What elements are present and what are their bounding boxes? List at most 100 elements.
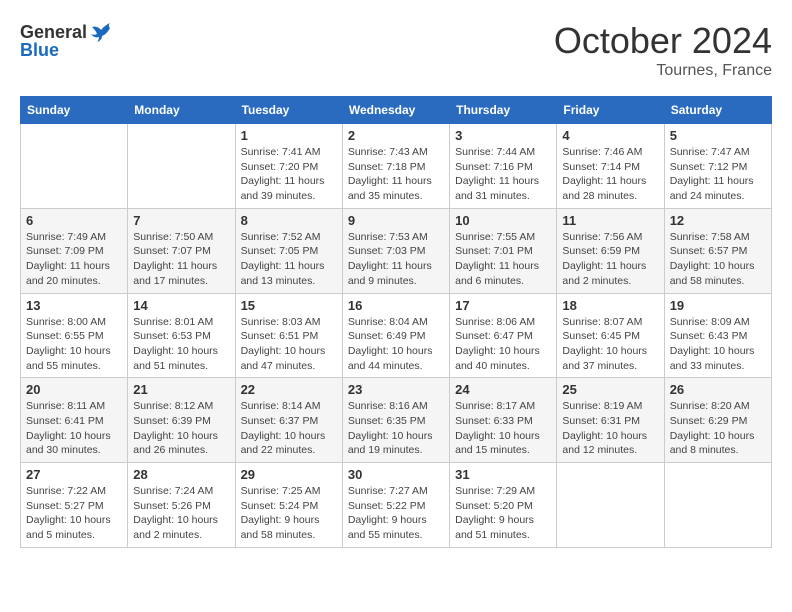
day-info: Sunrise: 8:19 AM Sunset: 6:31 PM Dayligh… bbox=[562, 399, 658, 458]
calendar-day-cell bbox=[21, 124, 128, 209]
calendar-day-cell: 1 Sunrise: 7:41 AM Sunset: 7:20 PM Daylig… bbox=[235, 124, 342, 209]
day-info: Sunrise: 8:14 AM Sunset: 6:37 PM Dayligh… bbox=[241, 399, 337, 458]
day-info: Sunrise: 8:04 AM Sunset: 6:49 PM Dayligh… bbox=[348, 315, 444, 374]
calendar-day-cell: 19 Sunrise: 8:09 AM Sunset: 6:43 PM Dayli… bbox=[664, 293, 771, 378]
day-info: Sunrise: 7:22 AM Sunset: 5:27 PM Dayligh… bbox=[26, 484, 122, 543]
day-number: 29 bbox=[241, 467, 337, 482]
day-of-week-header: Sunday bbox=[21, 97, 128, 124]
calendar-week-row: 13Sunrise: 8:00 AM Sunset: 6:55 PM Dayli… bbox=[21, 293, 772, 378]
day-info: Sunrise: 8:11 AM Sunset: 6:41 PM Dayligh… bbox=[26, 399, 122, 458]
month-title: October 2024 bbox=[554, 20, 772, 62]
day-info: Sunrise: 7:29 AM Sunset: 5:20 PM Dayligh… bbox=[455, 484, 551, 543]
day-number: 6 bbox=[26, 213, 122, 228]
day-info: Sunrise: 8:06 AM Sunset: 6:47 PM Dayligh… bbox=[455, 315, 551, 374]
calendar-day-cell: 6 Sunrise: 7:49 AM Sunset: 7:09 PM Daylig… bbox=[21, 208, 128, 293]
day-number: 3 bbox=[455, 128, 551, 143]
page-header: General Blue October 2024 Tournes, Franc… bbox=[20, 20, 772, 80]
day-number: 26 bbox=[670, 382, 766, 397]
calendar-day-cell: 24 Sunrise: 8:17 AM Sunset: 6:33 PM Dayli… bbox=[450, 378, 557, 463]
day-info: Sunrise: 7:55 AM Sunset: 7:01 PM Dayligh… bbox=[455, 230, 551, 289]
day-number: 4 bbox=[562, 128, 658, 143]
calendar-day-cell: 29 Sunrise: 7:25 AM Sunset: 5:24 PM Dayli… bbox=[235, 463, 342, 548]
calendar-day-cell: 30Sunrise: 7:27 AM Sunset: 5:22 PM Dayli… bbox=[342, 463, 449, 548]
day-info: Sunrise: 7:41 AM Sunset: 7:20 PM Dayligh… bbox=[241, 145, 337, 204]
logo: General Blue bbox=[20, 20, 113, 61]
day-info: Sunrise: 7:46 AM Sunset: 7:14 PM Dayligh… bbox=[562, 145, 658, 204]
day-number: 22 bbox=[241, 382, 337, 397]
calendar-day-cell bbox=[128, 124, 235, 209]
calendar-day-cell: 25 Sunrise: 8:19 AM Sunset: 6:31 PM Dayli… bbox=[557, 378, 664, 463]
day-info: Sunrise: 8:07 AM Sunset: 6:45 PM Dayligh… bbox=[562, 315, 658, 374]
day-info: Sunrise: 7:25 AM Sunset: 5:24 PM Dayligh… bbox=[241, 484, 337, 543]
calendar-week-row: 1 Sunrise: 7:41 AM Sunset: 7:20 PM Daylig… bbox=[21, 124, 772, 209]
day-info: Sunrise: 7:24 AM Sunset: 5:26 PM Dayligh… bbox=[133, 484, 229, 543]
day-of-week-header: Saturday bbox=[664, 97, 771, 124]
day-number: 15 bbox=[241, 298, 337, 313]
calendar-day-cell: 28 Sunrise: 7:24 AM Sunset: 5:26 PM Dayli… bbox=[128, 463, 235, 548]
day-info: Sunrise: 8:16 AM Sunset: 6:35 PM Dayligh… bbox=[348, 399, 444, 458]
day-number: 7 bbox=[133, 213, 229, 228]
calendar-day-cell: 22 Sunrise: 8:14 AM Sunset: 6:37 PM Dayli… bbox=[235, 378, 342, 463]
calendar-day-cell: 7 Sunrise: 7:50 AM Sunset: 7:07 PM Daylig… bbox=[128, 208, 235, 293]
day-number: 11 bbox=[562, 213, 658, 228]
calendar-day-cell: 27 Sunrise: 7:22 AM Sunset: 5:27 PM Dayli… bbox=[21, 463, 128, 548]
day-info: Sunrise: 7:49 AM Sunset: 7:09 PM Dayligh… bbox=[26, 230, 122, 289]
day-info: Sunrise: 8:20 AM Sunset: 6:29 PM Dayligh… bbox=[670, 399, 766, 458]
day-info: Sunrise: 8:12 AM Sunset: 6:39 PM Dayligh… bbox=[133, 399, 229, 458]
calendar-day-cell: 20 Sunrise: 8:11 AM Sunset: 6:41 PM Dayli… bbox=[21, 378, 128, 463]
calendar-day-cell: 26 Sunrise: 8:20 AM Sunset: 6:29 PM Dayli… bbox=[664, 378, 771, 463]
day-number: 1 bbox=[241, 128, 337, 143]
calendar-day-cell: 14Sunrise: 8:01 AM Sunset: 6:53 PM Dayli… bbox=[128, 293, 235, 378]
day-info: Sunrise: 7:43 AM Sunset: 7:18 PM Dayligh… bbox=[348, 145, 444, 204]
calendar-day-cell: 3Sunrise: 7:44 AM Sunset: 7:16 PM Daylig… bbox=[450, 124, 557, 209]
calendar-day-cell: 21 Sunrise: 8:12 AM Sunset: 6:39 PM Dayli… bbox=[128, 378, 235, 463]
calendar-table: SundayMondayTuesdayWednesdayThursdayFrid… bbox=[20, 96, 772, 548]
day-of-week-header: Wednesday bbox=[342, 97, 449, 124]
calendar-week-row: 6 Sunrise: 7:49 AM Sunset: 7:09 PM Daylig… bbox=[21, 208, 772, 293]
day-number: 28 bbox=[133, 467, 229, 482]
location-title: Tournes, France bbox=[554, 62, 772, 80]
day-number: 19 bbox=[670, 298, 766, 313]
day-number: 23 bbox=[348, 382, 444, 397]
day-number: 18 bbox=[562, 298, 658, 313]
day-number: 8 bbox=[241, 213, 337, 228]
day-info: Sunrise: 8:03 AM Sunset: 6:51 PM Dayligh… bbox=[241, 315, 337, 374]
day-number: 30 bbox=[348, 467, 444, 482]
day-info: Sunrise: 7:58 AM Sunset: 6:57 PM Dayligh… bbox=[670, 230, 766, 289]
calendar-day-cell: 12 Sunrise: 7:58 AM Sunset: 6:57 PM Dayli… bbox=[664, 208, 771, 293]
day-number: 27 bbox=[26, 467, 122, 482]
day-number: 20 bbox=[26, 382, 122, 397]
calendar-day-cell: 17Sunrise: 8:06 AM Sunset: 6:47 PM Dayli… bbox=[450, 293, 557, 378]
day-number: 12 bbox=[670, 213, 766, 228]
calendar-day-cell: 4 Sunrise: 7:46 AM Sunset: 7:14 PM Daylig… bbox=[557, 124, 664, 209]
logo-blue: Blue bbox=[20, 40, 59, 61]
day-info: Sunrise: 7:53 AM Sunset: 7:03 PM Dayligh… bbox=[348, 230, 444, 289]
calendar-day-cell: 18 Sunrise: 8:07 AM Sunset: 6:45 PM Dayli… bbox=[557, 293, 664, 378]
day-number: 10 bbox=[455, 213, 551, 228]
day-info: Sunrise: 8:17 AM Sunset: 6:33 PM Dayligh… bbox=[455, 399, 551, 458]
calendar-week-row: 27 Sunrise: 7:22 AM Sunset: 5:27 PM Dayli… bbox=[21, 463, 772, 548]
day-number: 5 bbox=[670, 128, 766, 143]
day-info: Sunrise: 7:52 AM Sunset: 7:05 PM Dayligh… bbox=[241, 230, 337, 289]
day-info: Sunrise: 7:50 AM Sunset: 7:07 PM Dayligh… bbox=[133, 230, 229, 289]
day-info: Sunrise: 8:09 AM Sunset: 6:43 PM Dayligh… bbox=[670, 315, 766, 374]
calendar-day-cell: 15 Sunrise: 8:03 AM Sunset: 6:51 PM Dayli… bbox=[235, 293, 342, 378]
day-number: 24 bbox=[455, 382, 551, 397]
day-of-week-header: Friday bbox=[557, 97, 664, 124]
calendar-day-cell: 5 Sunrise: 7:47 AM Sunset: 7:12 PM Daylig… bbox=[664, 124, 771, 209]
calendar-day-cell: 2 Sunrise: 7:43 AM Sunset: 7:18 PM Daylig… bbox=[342, 124, 449, 209]
title-block: October 2024 Tournes, France bbox=[554, 20, 772, 80]
day-info: Sunrise: 7:56 AM Sunset: 6:59 PM Dayligh… bbox=[562, 230, 658, 289]
day-number: 16 bbox=[348, 298, 444, 313]
day-of-week-header: Monday bbox=[128, 97, 235, 124]
day-info: Sunrise: 8:00 AM Sunset: 6:55 PM Dayligh… bbox=[26, 315, 122, 374]
logo-bird-icon bbox=[89, 20, 113, 44]
day-number: 14 bbox=[133, 298, 229, 313]
day-number: 2 bbox=[348, 128, 444, 143]
day-number: 25 bbox=[562, 382, 658, 397]
calendar-day-cell: 11 Sunrise: 7:56 AM Sunset: 6:59 PM Dayli… bbox=[557, 208, 664, 293]
day-info: Sunrise: 7:47 AM Sunset: 7:12 PM Dayligh… bbox=[670, 145, 766, 204]
calendar-day-cell: 13Sunrise: 8:00 AM Sunset: 6:55 PM Dayli… bbox=[21, 293, 128, 378]
day-number: 9 bbox=[348, 213, 444, 228]
day-number: 21 bbox=[133, 382, 229, 397]
